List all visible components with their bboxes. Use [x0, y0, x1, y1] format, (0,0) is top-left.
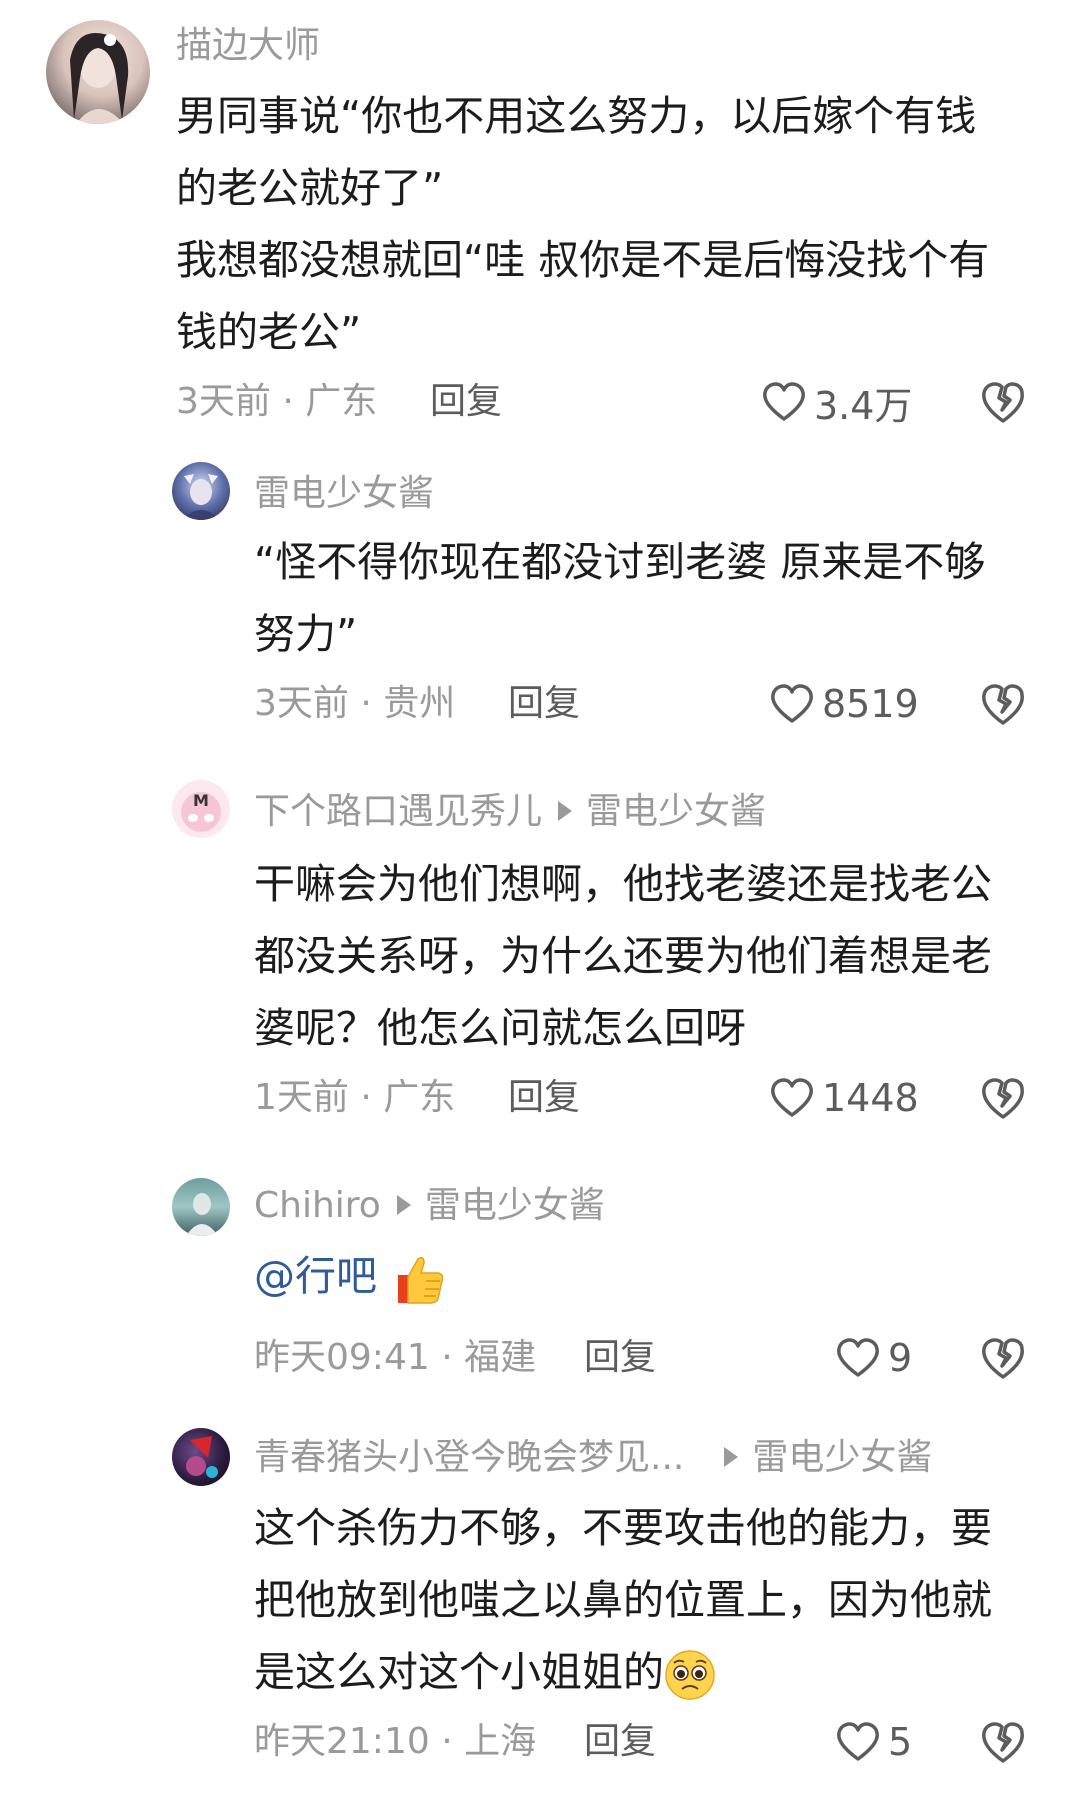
time-location: 3天前 · 贵州 — [254, 683, 456, 724]
avatar[interactable] — [172, 1428, 230, 1486]
comment-username[interactable]: 青春猪头小登今晚会梦见... 雷电少女酱 — [254, 1438, 932, 1478]
comment-line: 是这么对这个小姐姐的 — [254, 1636, 1054, 1708]
avatar-figure-icon — [186, 1436, 218, 1478]
avatar-figure-icon — [186, 1193, 218, 1236]
reply-button[interactable]: 回复 — [430, 380, 502, 424]
like-count: 8519 — [822, 682, 919, 726]
comment-meta: 3天前 · 广东 回复 — [176, 380, 502, 424]
comment-username[interactable]: 描边大师 — [176, 26, 320, 66]
comment-4: Chihiro 雷电少女酱 @行吧 昨天09:41 · 福建 回复 9 — [0, 1140, 1080, 1390]
avatar-figure-icon — [182, 474, 220, 520]
reply-to-username[interactable]: 雷电少女酱 — [425, 1185, 605, 1226]
comment-line: 都没关系呀，为什么还要为他们着想是老 — [254, 932, 992, 980]
pleading-face-emoji — [665, 1650, 715, 1700]
comment-2: 雷电少女酱 “怪不得你现在都没讨到老婆 原来是不够 努力” 3天前 · 贵州 回… — [0, 440, 1080, 750]
comment-meta: 昨天09:41 · 福建 回复 — [254, 1336, 656, 1380]
comment-meta: 3天前 · 贵州 回复 — [254, 682, 580, 726]
like-button[interactable]: 5 — [836, 1718, 912, 1766]
comment-line: 婆呢？他怎么问就怎么回呀 — [254, 1004, 746, 1052]
play-arrow-icon — [396, 1195, 411, 1215]
comment-meta: 1天前 · 广东 回复 — [254, 1076, 580, 1120]
time-location: 昨天09:41 · 福建 — [254, 1337, 537, 1378]
comment-username[interactable]: 下个路口遇见秀儿 雷电少女酱 — [254, 792, 766, 832]
like-button[interactable]: 8519 — [770, 680, 919, 728]
comment-line-text: 是这么对这个小姐姐的 — [254, 1648, 664, 1696]
comment-text: “怪不得你现在都没讨到老婆 原来是不够 努力” — [254, 526, 1054, 670]
heart-outline-icon — [837, 1338, 879, 1377]
like-button[interactable]: 3.4万 — [762, 378, 912, 428]
like-button[interactable]: 1448 — [770, 1074, 919, 1122]
reply-button[interactable]: 回复 — [584, 1720, 656, 1764]
avatar[interactable] — [172, 1178, 230, 1236]
comment-3: M 下个路口遇见秀儿 雷电少女酱 干嘛会为他们想啊，他找老婆还是找老公 都没关系呀… — [0, 750, 1080, 1140]
like-count: 9 — [888, 1336, 913, 1380]
comment-meta: 昨天21:10 · 上海 回复 — [254, 1720, 656, 1764]
comment-line: 把他放到他嗤之以鼻的位置上，因为他就 — [254, 1576, 992, 1624]
like-count: 3.4万 — [814, 383, 913, 428]
play-arrow-icon — [558, 801, 573, 821]
broken-heart-icon[interactable] — [980, 1336, 1026, 1382]
svg-text:M: M — [193, 791, 209, 810]
avatar[interactable] — [172, 462, 230, 520]
like-count: 5 — [888, 1720, 913, 1764]
comment-text: 干嘛会为他们想啊，他找老婆还是找老公 都没关系呀，为什么还要为他们着想是老 婆呢… — [254, 848, 1054, 1064]
comment-username[interactable]: 雷电少女酱 — [254, 474, 434, 514]
comment-line: 男同事说“你也不用这么努力，以后嫁个有钱 — [176, 92, 977, 140]
comment-line: “怪不得你现在都没讨到老婆 原来是不够 — [254, 538, 986, 586]
time-location: 昨天21:10 · 上海 — [254, 1721, 537, 1762]
comment-text: 这个杀伤力不够，不要攻击他的能力，要 把他放到他嗤之以鼻的位置上，因为他就 是这… — [254, 1492, 1054, 1708]
avatar-figure-icon — [70, 33, 129, 124]
reply-to-username[interactable]: 雷电少女酱 — [586, 791, 766, 832]
heart-outline-icon — [837, 1722, 879, 1761]
time-location: 1天前 · 广东 — [254, 1077, 456, 1118]
comment-line: 我想都没想就回“哇 叔你是不是后悔没找个有 — [176, 236, 990, 284]
username-text: Chihiro — [254, 1185, 381, 1226]
reply-button[interactable]: 回复 — [508, 1076, 580, 1120]
thumbs-up-emoji — [398, 1256, 444, 1304]
broken-heart-icon[interactable] — [980, 682, 1026, 728]
comment-line: 这个杀伤力不够，不要攻击他的能力，要 — [254, 1504, 992, 1552]
comment-line: 的老公就好了” — [176, 164, 444, 212]
comment-1: 描边大师 男同事说“你也不用这么努力，以后嫁个有钱 的老公就好了” 我想都没想就… — [0, 0, 1080, 440]
broken-heart-icon[interactable] — [980, 1720, 1026, 1766]
avatar[interactable]: M — [172, 780, 230, 838]
comment-line: 钱的老公” — [176, 308, 362, 356]
heart-outline-icon — [771, 1078, 813, 1117]
avatar[interactable] — [46, 20, 150, 124]
username-text: 青春猪头小登今晚会梦见... — [254, 1437, 685, 1478]
play-arrow-icon — [724, 1447, 739, 1467]
username-text: 下个路口遇见秀儿 — [254, 791, 543, 832]
comment-text: 男同事说“你也不用这么努力，以后嫁个有钱 的老公就好了” 我想都没想就回“哇 叔… — [176, 80, 1056, 368]
broken-heart-icon[interactable] — [980, 1076, 1026, 1122]
reply-button[interactable]: 回复 — [584, 1336, 656, 1380]
comment-line: 干嘛会为他们想啊，他找老婆还是找老公 — [254, 860, 992, 908]
heart-outline-icon — [771, 684, 813, 723]
time-location: 3天前 · 广东 — [176, 381, 378, 422]
comment-text: @行吧 — [254, 1240, 1054, 1312]
broken-heart-icon[interactable] — [980, 380, 1026, 426]
comment-5: 青春猪头小登今晚会梦见... 雷电少女酱 这个杀伤力不够，不要攻击他的能力，要 把… — [0, 1390, 1080, 1814]
heart-outline-icon — [763, 382, 805, 421]
avatar-figure-icon: M — [181, 791, 221, 832]
comment-line: 努力” — [254, 610, 358, 658]
like-count: 1448 — [822, 1076, 919, 1120]
mention-link[interactable]: @行吧 — [254, 1252, 377, 1300]
comment-username[interactable]: Chihiro 雷电少女酱 — [254, 1186, 605, 1226]
reply-button[interactable]: 回复 — [508, 682, 580, 726]
like-button[interactable]: 9 — [836, 1334, 912, 1382]
reply-to-username[interactable]: 雷电少女酱 — [752, 1437, 932, 1478]
